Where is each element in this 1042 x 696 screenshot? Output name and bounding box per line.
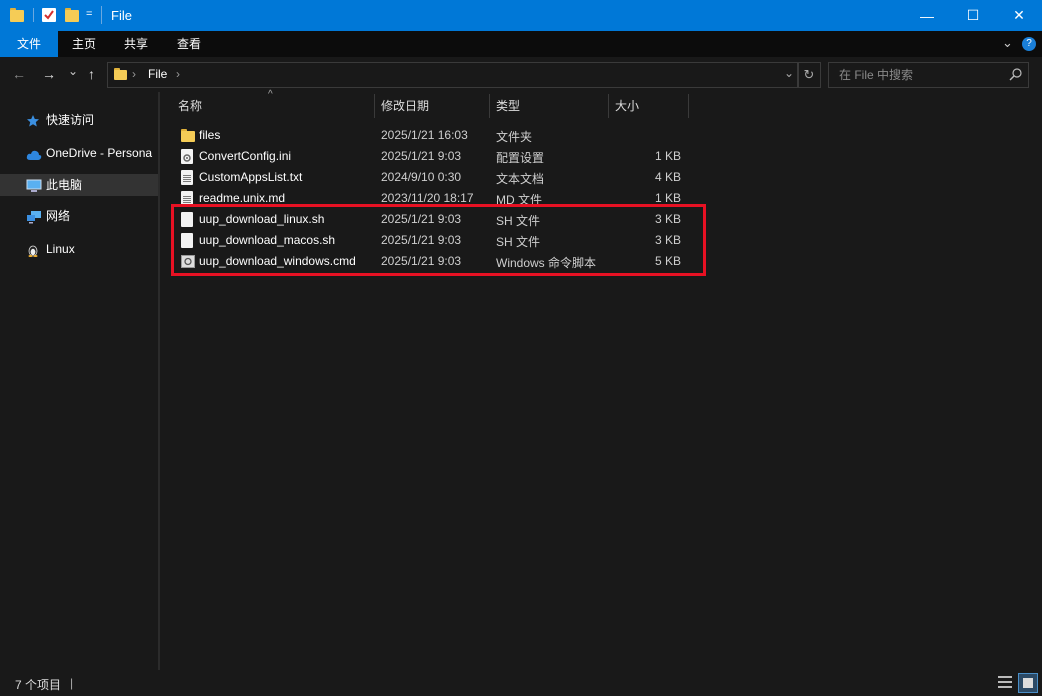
minimize-button[interactable]: — — [904, 0, 950, 31]
computer-icon — [26, 178, 42, 192]
file-name: files — [199, 128, 221, 142]
toolbar-divider — [101, 6, 102, 24]
back-button[interactable]: ← — [12, 66, 26, 82]
breadcrumb-item-file[interactable]: File — [148, 67, 167, 81]
nav-item-linux[interactable]: Linux — [0, 238, 158, 260]
properties-icon[interactable] — [42, 8, 56, 22]
file-name: ConvertConfig.ini — [199, 149, 292, 163]
status-separator: | — [70, 676, 74, 690]
up-button[interactable]: ↑ — [88, 66, 95, 82]
file-row[interactable]: ConvertConfig.ini 2025/1/21 9:03 配置设置 1 … — [172, 146, 692, 167]
toolbar-divider — [33, 8, 34, 22]
star-icon — [26, 113, 40, 127]
file-row[interactable]: files 2025/1/21 16:03 文件夹 — [172, 125, 692, 146]
tab-view[interactable]: 查看 — [162, 31, 216, 57]
close-button[interactable]: ✕ — [996, 0, 1042, 31]
help-icon[interactable]: ? — [1022, 37, 1036, 51]
column-divider[interactable] — [374, 94, 375, 118]
nav-item-label: 网络 — [46, 209, 71, 223]
linux-penguin-icon — [26, 242, 40, 257]
nav-item-label: 此电脑 — [46, 178, 83, 192]
breadcrumb-separator: › — [176, 67, 180, 81]
status-bar — [0, 670, 1042, 696]
network-icon — [26, 209, 41, 224]
nav-item-label: OneDrive - Persona — [46, 146, 153, 160]
search-input[interactable] — [837, 66, 1001, 84]
file-date: 2025/1/21 9:03 — [381, 149, 462, 163]
file-row[interactable]: CustomAppsList.txt 2024/9/10 0:30 文本文档 4… — [172, 167, 692, 188]
cloud-icon — [26, 146, 42, 160]
column-header-date[interactable]: 修改日期 — [381, 94, 487, 118]
address-bar[interactable]: › File › ⌄ — [107, 62, 799, 88]
file-type: 文件夹 — [496, 130, 533, 144]
details-view-icon[interactable] — [996, 673, 1016, 693]
address-dropdown-icon[interactable]: ⌄ — [784, 66, 794, 80]
refresh-button[interactable]: ↻ — [797, 62, 821, 88]
file-size: 1 KB — [654, 191, 681, 205]
file-date: 2024/9/10 0:30 — [381, 170, 462, 184]
column-divider[interactable] — [489, 94, 490, 118]
large-icons-view-icon[interactable] — [1018, 673, 1038, 693]
recent-locations-button[interactable]: ⌄ — [68, 64, 78, 78]
file-date: 2023/11/20 18:17 — [381, 191, 474, 205]
title-bar: = File — ☐ ✕ — [0, 0, 1042, 31]
file-name: CustomAppsList.txt — [199, 170, 303, 184]
column-divider[interactable] — [688, 94, 689, 118]
window-title: File — [111, 8, 132, 23]
config-file-icon — [181, 149, 193, 164]
nav-item-onedrive[interactable]: OneDrive - Persona — [0, 142, 158, 164]
file-type: 配置设置 — [496, 151, 545, 165]
highlight-box — [171, 204, 706, 276]
tab-share[interactable]: 共享 — [110, 31, 162, 57]
column-header-type[interactable]: 类型 — [496, 94, 606, 118]
nav-item-this-pc[interactable]: 此电脑 — [0, 174, 158, 196]
customize-toolbar-icon[interactable]: = — [86, 8, 92, 20]
expand-ribbon-icon[interactable]: ⌄ — [1002, 35, 1013, 51]
folder-icon — [10, 8, 24, 22]
column-header-name[interactable]: 名称 — [178, 94, 374, 118]
folder-icon — [114, 68, 127, 80]
forward-button[interactable]: → — [42, 66, 56, 82]
tab-file[interactable]: 文件 — [0, 31, 58, 57]
tab-home[interactable]: 主页 — [58, 31, 110, 57]
search-box[interactable] — [828, 62, 1029, 88]
file-date: 2025/1/21 16:03 — [381, 128, 468, 142]
search-icon[interactable] — [1009, 68, 1022, 81]
text-file-icon — [181, 170, 193, 185]
column-divider[interactable] — [608, 94, 609, 118]
pane-splitter[interactable] — [158, 92, 160, 670]
column-header-size[interactable]: 大小 — [615, 94, 685, 118]
breadcrumb-separator: › — [132, 67, 136, 81]
nav-item-label: Linux — [46, 242, 75, 256]
nav-item-label: 快速访问 — [46, 113, 95, 127]
item-count: 7 个项目 — [15, 678, 62, 692]
file-size: 4 KB — [654, 170, 681, 184]
nav-item-network[interactable]: 网络 — [0, 205, 158, 227]
nav-item-quick-access[interactable]: 快速访问 — [0, 109, 158, 131]
maximize-button[interactable]: ☐ — [950, 0, 996, 31]
file-size: 1 KB — [654, 149, 681, 163]
new-folder-icon[interactable] — [65, 8, 79, 22]
file-type: 文本文档 — [496, 172, 545, 186]
folder-icon — [181, 129, 195, 142]
file-name: readme.unix.md — [199, 191, 286, 205]
